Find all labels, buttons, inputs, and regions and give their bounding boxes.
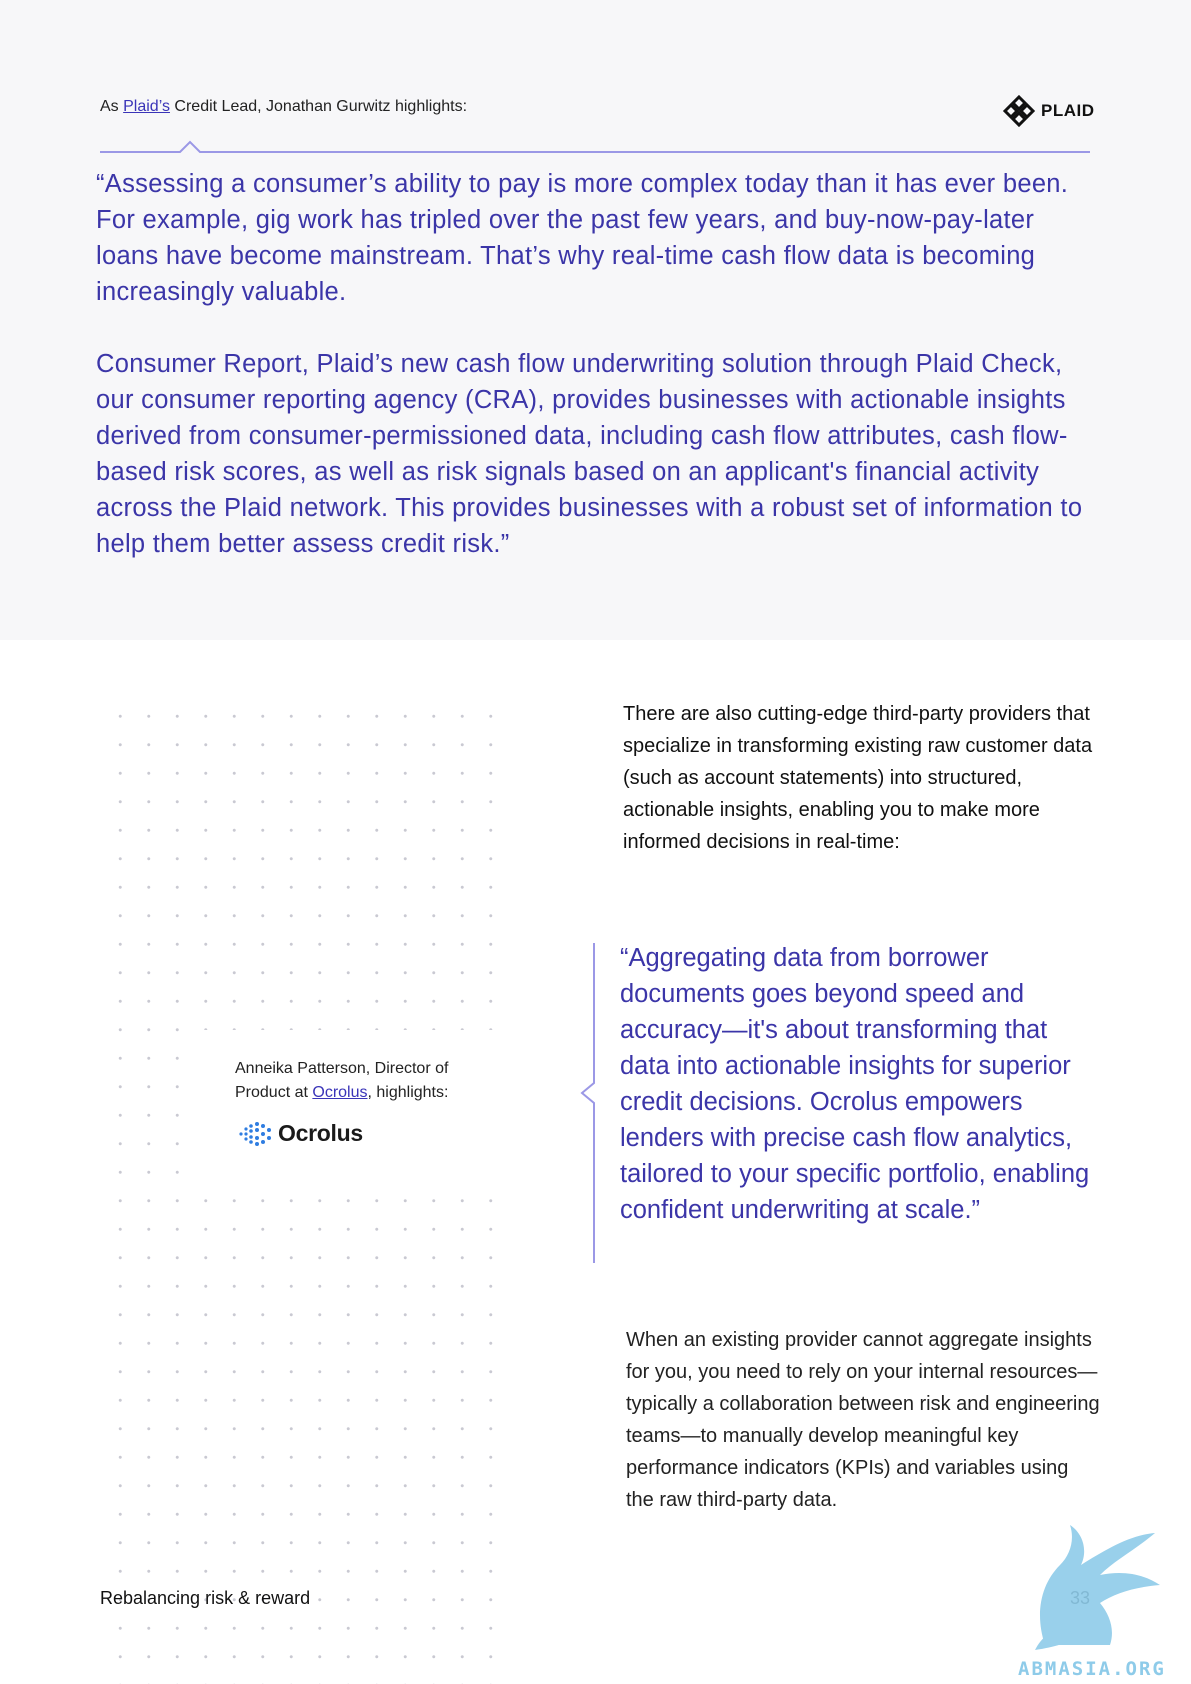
plaid-logo: PLAID	[1003, 94, 1095, 128]
dot-pattern-mask	[200, 1030, 496, 1180]
intro-line: As Plaid’s Credit Lead, Jonathan Gurwitz…	[100, 98, 467, 116]
quote-bracket	[580, 943, 595, 1263]
ocrolus-link[interactable]: Ocrolus	[312, 1084, 367, 1101]
ocrolus-logo-text: Ocrolus	[278, 1120, 363, 1146]
griffin-watermark-icon	[1035, 1525, 1160, 1650]
body-paragraph-2: When an existing provider cannot aggrega…	[626, 1329, 1100, 1511]
ocrolus-logo-icon	[239, 1121, 271, 1146]
plaid-quote-paragraph-1: “Assessing a consumer’s ability to pay i…	[96, 170, 1069, 306]
intro-prefix: As	[100, 98, 124, 115]
plaid-link[interactable]: Plaid’s	[123, 98, 170, 115]
body-paragraph-1: There are also cutting-edge third-party …	[623, 703, 1093, 853]
intro-suffix: Credit Lead, Jonathan Gurwitz highlights…	[169, 98, 468, 115]
attribution-suffix: , highlights:	[367, 1084, 449, 1101]
plaid-quote: “Assessing a consumer’s ability to pay i…	[96, 166, 1096, 562]
footer-title: Rebalancing risk & reward	[100, 1588, 311, 1608]
dot-pattern	[106, 702, 496, 1684]
watermark-text: ABMASIA.ORG	[1018, 1658, 1166, 1680]
plaid-quote-paragraph-2: Consumer Report, Plaid’s new cash flow u…	[96, 350, 1083, 558]
plaid-logo-text: PLAID	[1041, 101, 1095, 120]
plaid-logo-icon	[1003, 95, 1035, 127]
ocrolus-attribution: Anneika Patterson, Director of Product a…	[235, 1057, 505, 1105]
ocrolus-quote: “Aggregating data from borrower document…	[620, 944, 1090, 1224]
quote-divider	[100, 140, 1090, 153]
ocrolus-logo: Ocrolus	[238, 1120, 363, 1147]
